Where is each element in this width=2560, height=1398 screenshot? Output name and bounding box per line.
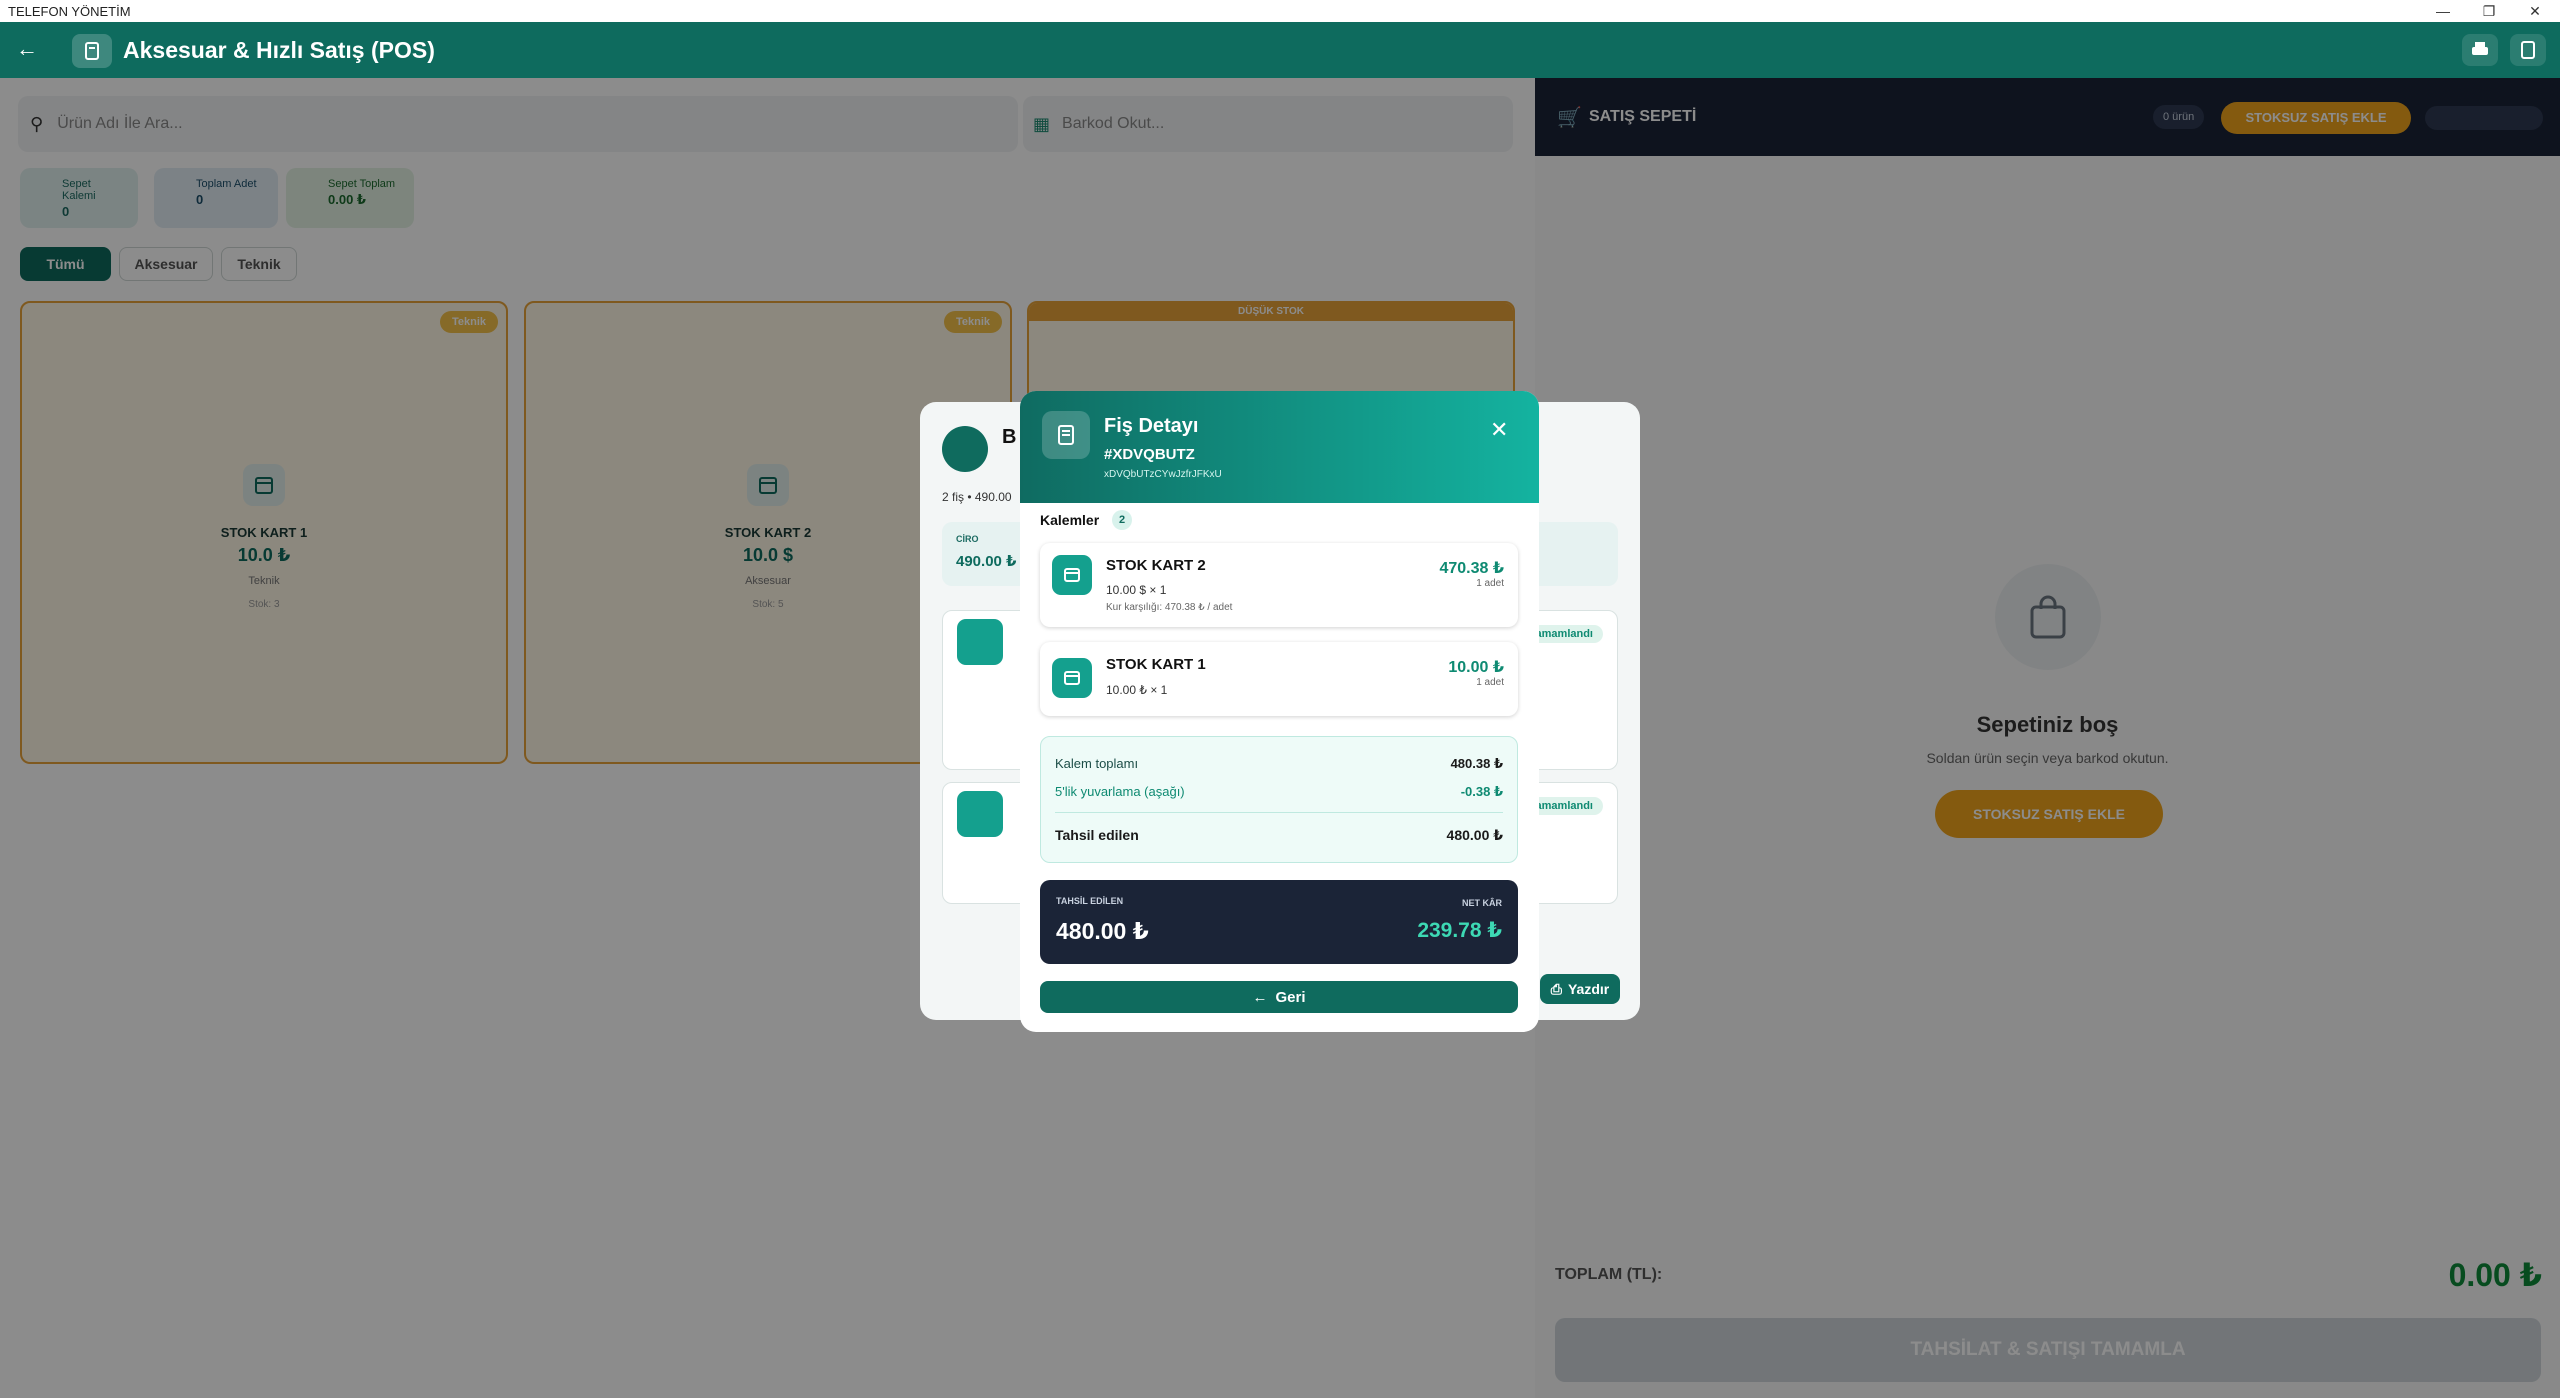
back-arrow-icon[interactable]: ← [16, 36, 38, 62]
modal-header: Fiş Detayı #XDVQBUTZ xDVQbUTzCYwJzfrJFKx… [1020, 391, 1539, 503]
items-count-badge: 2 [1112, 510, 1132, 530]
item-name: STOK KART 1 [1106, 656, 1206, 673]
receipt-code: #XDVQBUTZ [1104, 446, 1195, 463]
item-exchange-note: Kur karşılığı: 470.38 ₺ / adet [1106, 602, 1233, 613]
totals-panel: TAHSİL EDİLEN 480.00 ₺ NET KÂR 239.78 ₺ [1040, 880, 1518, 964]
collected-value: 480.00 ₺ [1446, 827, 1503, 843]
receipt-icon [957, 619, 1003, 665]
divider [1055, 812, 1503, 813]
ciro-value: 490.00 ₺ [956, 553, 1017, 570]
summary-box: Kalem toplamı 480.38 ₺ 5'lik yuvarlama (… [1040, 736, 1518, 863]
close-icon[interactable]: ✕ [1490, 417, 1508, 443]
item-qty: 1 adet [1476, 578, 1504, 589]
item-price: 470.38 ₺ [1439, 560, 1504, 577]
item-unit: 10.00 ₺ × 1 [1106, 683, 1168, 697]
box-icon [1052, 658, 1092, 698]
printer-icon: ⎙ [1550, 980, 1562, 997]
ciro-label: CİRO [956, 534, 979, 544]
rounding-value: -0.38 ₺ [1460, 784, 1503, 799]
print-label: Yazdır [1567, 981, 1610, 997]
back-button-label: Geri [1275, 988, 1306, 1006]
net-profit-value: 239.78 ₺ [1417, 919, 1502, 942]
arrow-left-icon: ← [1252, 988, 1268, 1006]
total-collected-label: TAHSİL EDİLEN [1056, 896, 1124, 906]
box-icon [1052, 555, 1092, 595]
item-unit: 10.00 $ × 1 [1106, 583, 1167, 597]
restore-icon[interactable]: ❐ [2466, 0, 2512, 22]
item-qty: 1 adet [1476, 677, 1504, 688]
print-button[interactable]: ⎙ Yazdır [1540, 974, 1620, 1004]
history-subtitle: 2 fiş • 490.00 [942, 490, 1012, 504]
subtotal-value: 480.38 ₺ [1450, 756, 1503, 771]
collected-label: Tahsil edilen [1055, 827, 1139, 843]
collected-row: Tahsil edilen 480.00 ₺ [1055, 827, 1503, 844]
history-title: B [1002, 426, 1017, 448]
page-title: Aksesuar & Hızlı Satış (POS) [123, 37, 435, 63]
app-header: ← Aksesuar & Hızlı Satış (POS) [0, 22, 2560, 78]
subtotal-label: Kalem toplamı [1055, 756, 1139, 771]
rounding-label: 5'lik yuvarlama (aşağı) [1055, 784, 1185, 799]
close-window-icon[interactable]: ✕ [2512, 0, 2558, 22]
receipt-icon [1042, 411, 1090, 459]
items-label: Kalemler [1040, 512, 1100, 528]
item-price: 10.00 ₺ [1448, 659, 1504, 676]
back-button[interactable]: ← Geri [1040, 981, 1518, 1013]
window-title: TELEFON YÖNETİM [8, 3, 131, 19]
receipt-detail-modal: Fiş Detayı #XDVQBUTZ xDVQbUTzCYwJzfrJFKx… [1020, 391, 1539, 1032]
window-titlebar: TELEFON YÖNETİM — ❐ ✕ [0, 0, 2560, 22]
receipt-id: xDVQbUTzCYwJzfrJFKxU [1104, 469, 1222, 480]
rounding-row: 5'lik yuvarlama (aşağı) -0.38 ₺ [1055, 784, 1503, 800]
register-icon [72, 34, 112, 68]
total-collected-value: 480.00 ₺ [1056, 918, 1149, 944]
printer-icon[interactable] [2462, 34, 2498, 66]
receipt-icon[interactable] [2510, 34, 2546, 66]
receipt-icon [942, 426, 988, 472]
subtotal-row: Kalem toplamı 480.38 ₺ [1055, 756, 1503, 772]
receipt-icon [957, 791, 1003, 837]
modal-title: Fiş Detayı [1104, 415, 1199, 437]
item-name: STOK KART 2 [1106, 557, 1206, 574]
list-item: STOK KART 1 10.00 ₺ × 1 10.00 ₺ 1 adet [1040, 642, 1518, 716]
net-profit-label: NET KÂR [1462, 898, 1502, 908]
minimize-icon[interactable]: — [2420, 0, 2466, 22]
list-item: STOK KART 2 10.00 $ × 1 Kur karşılığı: 4… [1040, 543, 1518, 627]
